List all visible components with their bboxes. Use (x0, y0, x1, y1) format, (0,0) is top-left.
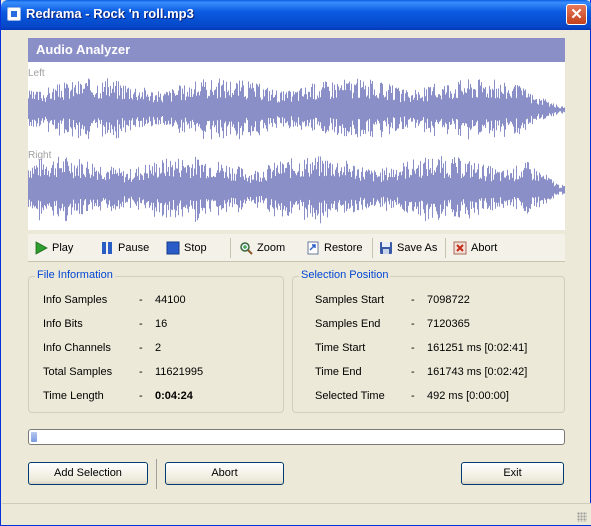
abort-icon (453, 241, 467, 255)
title-bar[interactable]: Redrama - Rock 'n roll.mp3 ✕ (1, 0, 591, 30)
resize-grip-icon[interactable] (577, 512, 587, 522)
row-value: 2 (155, 342, 162, 354)
zoom-label: Zoom (257, 242, 286, 254)
abort-toolbar-label: Abort (471, 242, 498, 254)
toolbar-separator (372, 238, 373, 258)
row-label: Time End (315, 366, 362, 378)
row-label: Info Bits (43, 318, 83, 330)
time-start-row: Time Start - 161251 ms [0:02:41] (293, 342, 564, 356)
save-as-button[interactable]: Save As (379, 240, 437, 256)
play-icon (35, 241, 48, 255)
play-label: Play (52, 242, 74, 254)
info-bits-row: Info Bits - 16 (29, 318, 283, 332)
file-information-group: File Information Info Samples - 44100 In… (28, 269, 284, 413)
row-label: Info Channels (43, 342, 111, 354)
toolbar-separator (445, 238, 446, 258)
samples-start-row: Samples Start - 7098722 (293, 294, 564, 308)
row-separator: - (411, 318, 415, 330)
abort-toolbar-button[interactable]: Abort (453, 240, 497, 256)
left-waveform[interactable] (28, 74, 565, 146)
info-samples-row: Info Samples - 44100 (29, 294, 283, 308)
row-label: Info Samples (43, 294, 108, 306)
time-length-row: Time Length - 0:04:24 (29, 390, 283, 404)
restore-icon (307, 241, 319, 255)
selection-position-title: Selection Position (299, 269, 391, 281)
row-separator: - (411, 342, 415, 354)
selected-time-row: Selected Time - 492 ms [0:00:00] (293, 390, 564, 404)
pause-icon (102, 242, 112, 254)
row-label: Time Start (315, 342, 366, 354)
row-value: 7098722 (427, 294, 470, 306)
app-icon (7, 7, 21, 21)
row-label: Time Length (43, 390, 104, 402)
stop-button[interactable]: Stop (166, 240, 207, 256)
row-separator: - (139, 342, 143, 354)
stop-icon (166, 241, 180, 255)
pause-button[interactable]: Pause (100, 240, 149, 256)
row-separator: - (139, 318, 143, 330)
row-value: 7120365 (427, 318, 470, 330)
window-title: Redrama - Rock 'n roll.mp3 (26, 6, 194, 21)
waveform-path (28, 78, 565, 140)
zoom-icon (240, 242, 253, 255)
play-button[interactable]: Play (34, 240, 73, 256)
row-label: Samples Start (315, 294, 385, 306)
row-label: Selected Time (315, 390, 385, 402)
file-information-title: File Information (35, 269, 115, 281)
row-separator: - (139, 294, 143, 306)
row-value: 161743 ms [0:02:42] (427, 366, 528, 378)
restore-button[interactable]: Restore (306, 240, 363, 256)
row-separator: - (411, 294, 415, 306)
samples-end-row: Samples End - 7120365 (293, 318, 564, 332)
add-selection-button[interactable]: Add Selection (28, 462, 148, 485)
row-value: 161251 ms [0:02:41] (427, 342, 528, 354)
time-end-row: Time End - 161743 ms [0:02:42] (293, 366, 564, 380)
row-label: Total Samples (43, 366, 113, 378)
audio-analyzer-panel: Audio Analyzer Left Right (28, 38, 565, 230)
save-icon (380, 242, 392, 254)
row-separator: - (411, 366, 415, 378)
close-icon: ✕ (570, 6, 583, 23)
progress-bar (28, 429, 565, 445)
row-separator: - (411, 390, 415, 402)
info-channels-row: Info Channels - 2 (29, 342, 283, 356)
row-value: 492 ms [0:00:00] (427, 390, 509, 402)
playback-toolbar: Play Pause Stop Zoom Restore Save As Abo… (28, 234, 565, 262)
toolbar-separator (230, 238, 231, 258)
row-value: 16 (155, 318, 168, 330)
total-samples-row: Total Samples - 11621995 (29, 366, 283, 380)
row-value: 44100 (155, 294, 186, 306)
row-value: 0:04:24 (155, 390, 193, 402)
abort-button[interactable]: Abort (165, 462, 284, 485)
right-waveform[interactable] (28, 152, 565, 228)
waveform-path (28, 156, 565, 224)
selection-position-group: Selection Position Samples Start - 70987… (292, 269, 565, 413)
save-as-label: Save As (397, 242, 438, 254)
close-button[interactable]: ✕ (566, 4, 587, 25)
app-window: Redrama - Rock 'n roll.mp3 ✕ Audio Analy… (0, 0, 591, 526)
row-label: Samples End (315, 318, 381, 330)
progress-fill (31, 432, 37, 442)
restore-label: Restore (324, 242, 363, 254)
status-bar (2, 503, 591, 525)
row-value: 11621995 (155, 366, 204, 378)
zoom-button[interactable]: Zoom (239, 240, 285, 256)
row-separator: - (139, 390, 143, 402)
analyzer-header: Audio Analyzer (28, 38, 565, 62)
pause-label: Pause (118, 242, 150, 254)
row-separator: - (139, 366, 143, 378)
exit-button[interactable]: Exit (461, 462, 564, 485)
stop-label: Stop (184, 242, 207, 254)
button-separator (156, 459, 157, 489)
